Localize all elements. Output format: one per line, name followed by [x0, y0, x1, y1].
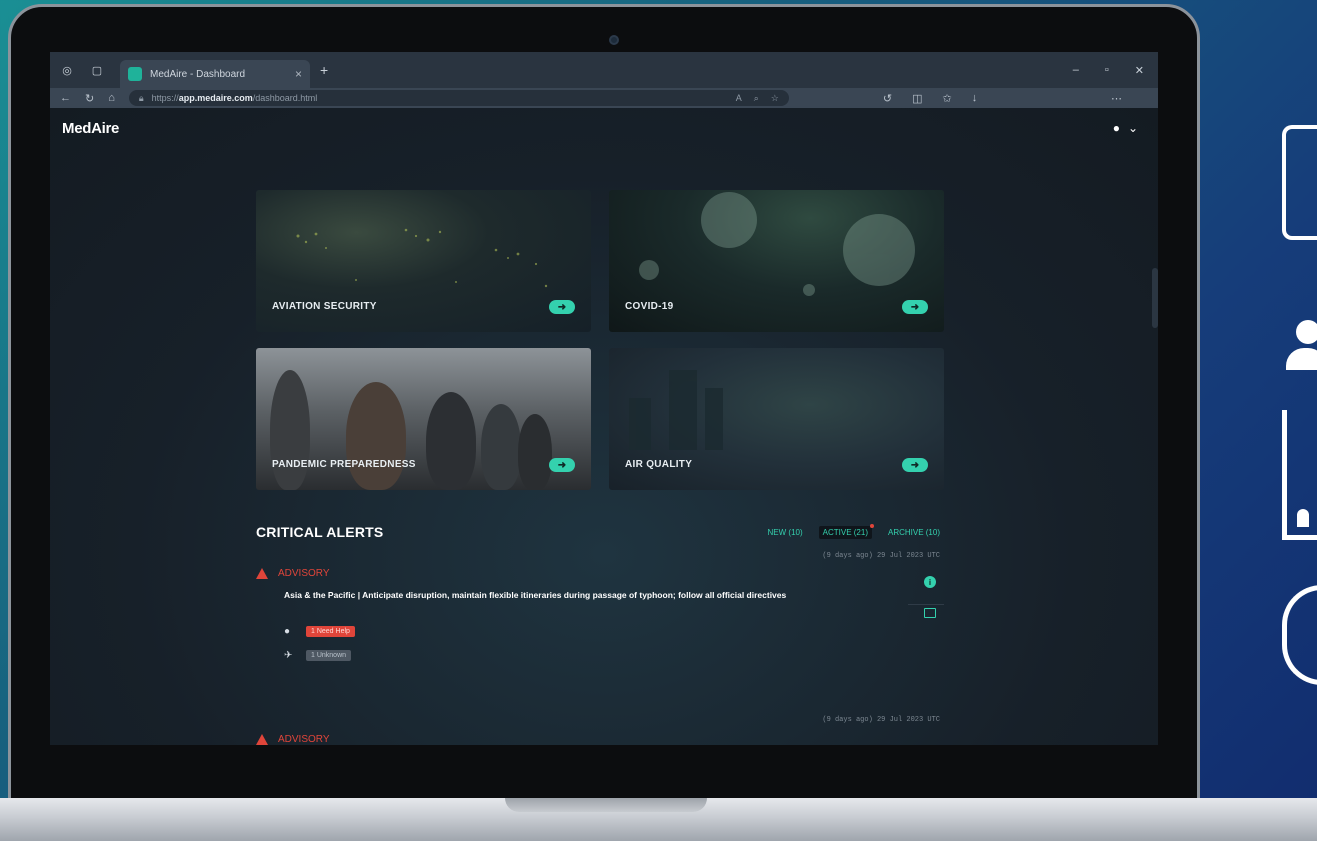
- more-options-icon[interactable]: ⋯: [1111, 92, 1122, 105]
- tile-label: COVID-19: [625, 301, 674, 312]
- person-icon: ●: [284, 626, 291, 637]
- tab-archive[interactable]: ARCHIVE (10): [884, 526, 944, 539]
- flight-status-row: ✈ 1 Unknown: [284, 650, 352, 661]
- critical-alerts-section: CRITICAL ALERTS NEW (10) ACTIVE (21) ARC…: [256, 522, 944, 692]
- downloads-icon[interactable]: ↓: [972, 92, 978, 105]
- laptop-notch: [505, 798, 707, 812]
- traveler-status-row: ● 1 Need Help: [284, 626, 355, 637]
- minimize-icon[interactable]: –: [1073, 64, 1079, 76]
- window-controls: – ▫ ✕: [1073, 52, 1144, 88]
- dashboard-tiles: AVIATION SECURITY ➜ COVID-19 ➜ PANDEMIC …: [256, 190, 944, 490]
- info-icon[interactable]: i: [924, 576, 936, 588]
- close-tab-icon[interactable]: ×: [295, 67, 302, 81]
- user-icon: [1282, 320, 1317, 375]
- workspaces-icon[interactable]: ◎: [60, 63, 74, 77]
- need-help-badge[interactable]: 1 Need Help: [306, 626, 355, 637]
- alert-type: ADVISORY: [256, 568, 330, 579]
- warning-icon: [256, 734, 268, 745]
- warning-icon: [256, 568, 268, 579]
- alerts-title: CRITICAL ALERTS: [256, 524, 384, 540]
- tile-air-quality[interactable]: AIR QUALITY ➜: [609, 348, 944, 490]
- user-icon: ●: [1112, 121, 1120, 135]
- chart-icon: [1282, 410, 1317, 540]
- airplane-icon: ✈: [284, 650, 293, 661]
- alert-type-label: ADVISORY: [278, 568, 330, 579]
- refresh-icon[interactable]: ↻: [85, 92, 94, 105]
- tile-label: PANDEMIC PREPAREDNESS: [272, 459, 416, 470]
- split-screen-icon[interactable]: ◫: [912, 92, 922, 105]
- browser-window: ◎ ▢ MedAire - Dashboard × + – ▫ ✕ ← ↻ ⌂ …: [50, 52, 1158, 745]
- arrow-right-icon[interactable]: ➜: [902, 458, 928, 472]
- arrow-right-icon[interactable]: ➜: [902, 300, 928, 314]
- lock-icon: 🔒︎: [138, 92, 144, 103]
- url-prefix: https://: [151, 93, 179, 103]
- arrow-right-icon[interactable]: ➜: [549, 300, 575, 314]
- refresh-page-icon[interactable]: ↺: [883, 92, 892, 105]
- address-bar: ← ↻ ⌂ 🔒︎ https://app.medaire.com/dashboa…: [50, 88, 1158, 108]
- browser-tab[interactable]: MedAire - Dashboard ×: [120, 60, 310, 88]
- favorites-icon[interactable]: ✩: [943, 92, 952, 105]
- alert-actions: i: [924, 576, 936, 618]
- arrow-right-icon[interactable]: ➜: [549, 458, 575, 472]
- url-input[interactable]: 🔒︎ https://app.medaire.com/dashboard.htm…: [128, 90, 789, 106]
- alert-type: ADVISORY: [256, 734, 330, 745]
- tab-new[interactable]: NEW (10): [764, 526, 807, 539]
- zoom-icon[interactable]: ⌕: [754, 93, 759, 104]
- back-icon[interactable]: ←: [60, 92, 71, 104]
- tile-label: AVIATION SECURITY: [272, 301, 377, 312]
- alerts-header: CRITICAL ALERTS NEW (10) ACTIVE (21) ARC…: [256, 522, 944, 542]
- favorite-icon[interactable]: ☆: [771, 93, 779, 104]
- maximize-icon[interactable]: ▫: [1105, 64, 1109, 76]
- alert-type-label: ADVISORY: [278, 734, 330, 745]
- divider: [908, 604, 944, 605]
- alert-filter-tabs: NEW (10) ACTIVE (21) ARCHIVE (10): [764, 523, 944, 539]
- tab-actions-icon[interactable]: ▢: [90, 63, 104, 77]
- phone-icon: [1282, 125, 1317, 240]
- alert-description: Asia & the Pacific | Anticipate disrupti…: [284, 590, 787, 600]
- alert-timestamp: (9 days ago) 29 Jul 2023 UTC: [822, 552, 940, 560]
- home-icon[interactable]: ⌂: [108, 92, 115, 104]
- tab-bar: ◎ ▢ MedAire - Dashboard × + – ▫ ✕: [50, 52, 1158, 88]
- url-host: app.medaire.com: [178, 93, 253, 103]
- user-menu[interactable]: ● ⌄: [1113, 121, 1138, 135]
- alert-timestamp: (9 days ago) 29 Jul 2023 UTC: [822, 716, 940, 724]
- chevron-down-icon: ⌄: [1127, 121, 1138, 135]
- tile-pandemic-preparedness[interactable]: PANDEMIC PREPAREDNESS ➜: [256, 348, 591, 490]
- read-aloud-icon[interactable]: A: [736, 93, 742, 104]
- new-tab-icon[interactable]: +: [320, 62, 328, 78]
- tab-active[interactable]: ACTIVE (21): [818, 523, 875, 539]
- alert-card[interactable]: (9 days ago) 29 Jul 2023 UTC ADVISORY As…: [256, 552, 944, 692]
- url-path: /dashboard.html: [252, 93, 318, 103]
- app-viewport: MedAire ● ⌄ AVIATION SECURITY ➜ COVID-19…: [50, 108, 1158, 745]
- medaire-logo[interactable]: MedAire: [62, 120, 119, 137]
- document-icon[interactable]: [924, 608, 936, 618]
- person-circle-icon: [1282, 585, 1317, 685]
- close-window-icon[interactable]: ✕: [1135, 64, 1144, 77]
- alert-card[interactable]: (9 days ago) 29 Jul 2023 UTC ADVISORY: [256, 716, 944, 745]
- webcam: [609, 35, 619, 45]
- app-header: MedAire ● ⌄: [50, 108, 1158, 148]
- tile-aviation-security[interactable]: AVIATION SECURITY ➜: [256, 190, 591, 332]
- tile-covid-19[interactable]: COVID-19 ➜: [609, 190, 944, 332]
- tab-title: MedAire - Dashboard: [150, 68, 246, 80]
- favicon-icon: [128, 67, 142, 81]
- scrollbar-thumb[interactable]: [1152, 268, 1158, 328]
- tile-label: AIR QUALITY: [625, 459, 693, 470]
- unknown-badge[interactable]: 1 Unknown: [306, 650, 352, 661]
